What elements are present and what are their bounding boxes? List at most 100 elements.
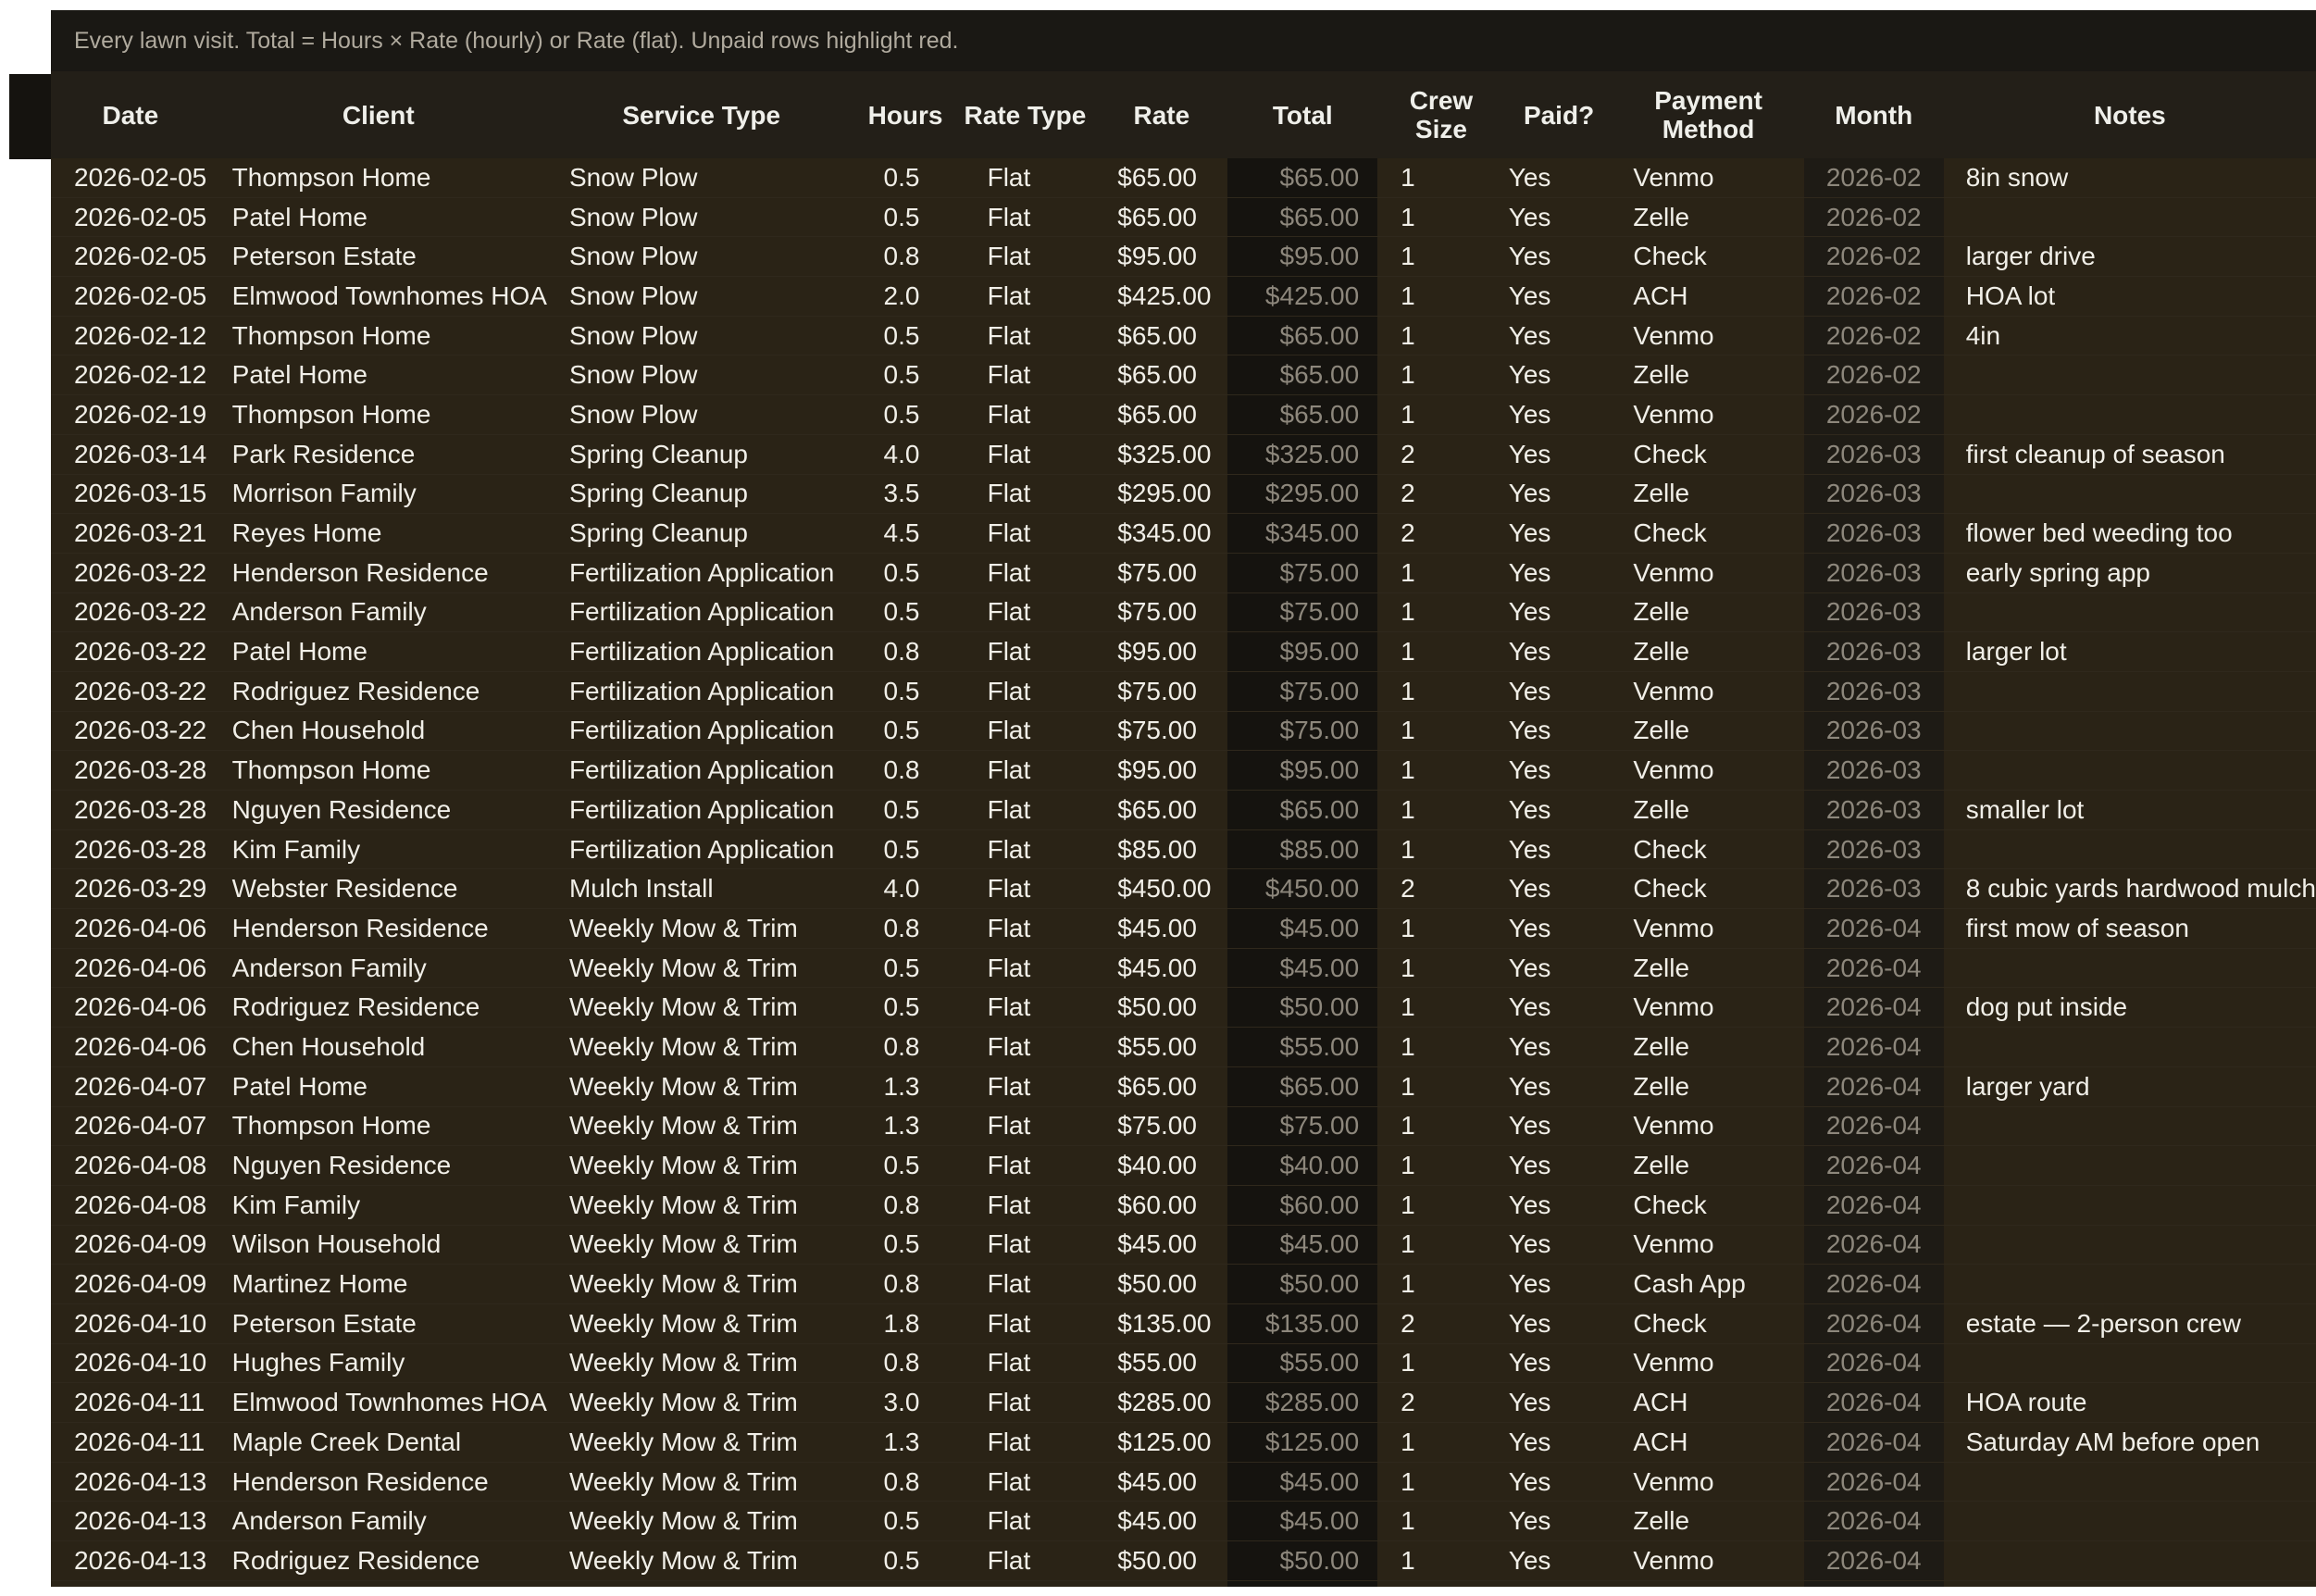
rate-cell[interactable]: $65.00 [1095, 1066, 1228, 1107]
rate-cell[interactable]: $95.00 [1095, 236, 1228, 278]
hours-cell[interactable]: 0.5 [855, 1540, 955, 1581]
payment-method-cell[interactable]: Zelle [1612, 1027, 1804, 1067]
notes-cell[interactable] [1943, 1027, 2316, 1067]
crew-size-cell[interactable]: 1 [1377, 197, 1505, 238]
rate-cell[interactable]: $50.00 [1095, 987, 1228, 1029]
total-cell[interactable]: $95.00 [1227, 631, 1378, 672]
paid-cell[interactable]: Yes [1504, 474, 1613, 515]
rate-cell[interactable]: $60.00 [1095, 1185, 1228, 1226]
date-cell[interactable]: 2026-02-05 [51, 197, 210, 238]
paid-cell[interactable]: Yes [1504, 790, 1613, 830]
date-cell[interactable]: 2026-02-19 [51, 394, 210, 435]
month-cell[interactable]: 2026-04 [1803, 1501, 1944, 1542]
notes-cell[interactable]: Saturday AM before open [1943, 1422, 2316, 1463]
rate-cell[interactable]: $50.00 [1095, 1540, 1228, 1581]
total-cell[interactable]: $50.00 [1227, 1264, 1378, 1304]
hours-cell[interactable]: 0.5 [855, 355, 955, 396]
month-cell[interactable]: 2026-04 [1803, 908, 1944, 949]
rate-cell[interactable]: $65.00 [1095, 790, 1228, 830]
paid-cell[interactable]: Yes [1504, 434, 1613, 475]
table-row[interactable]: 2026-03-22 Patel Home Fertilization Applic… [51, 631, 2316, 672]
hours-cell[interactable]: 3.0 [855, 1382, 955, 1423]
client-cell[interactable]: Kim Family [209, 1185, 547, 1226]
date-cell[interactable]: 2026-03-14 [51, 434, 210, 475]
table-row[interactable]: 2026-02-05 Thompson Home Snow Plow 0.5 Flat $… [51, 158, 2316, 198]
client-cell[interactable]: Peterson Estate [209, 1303, 547, 1344]
rate-type-cell[interactable]: Flat [954, 1303, 1096, 1344]
payment-method-cell[interactable]: Zelle [1612, 711, 1804, 752]
client-cell[interactable]: Chen Household [209, 711, 547, 752]
total-cell[interactable]: $295.00 [1227, 474, 1378, 515]
rate-cell[interactable]: $95.00 [1095, 750, 1228, 791]
table-row[interactable]: 2026-03-28 Kim Family Fertilization Applic… [51, 829, 2316, 870]
rate-type-cell[interactable]: Flat [954, 513, 1096, 554]
header-paid[interactable]: Paid? [1504, 71, 1613, 158]
paid-cell[interactable]: Yes [1504, 711, 1613, 752]
table-row[interactable]: 2026-02-12 Thompson Home Snow Plow 0.5 Flat $… [51, 316, 2316, 356]
payment-method-cell[interactable]: Check [1612, 434, 1804, 475]
paid-cell[interactable]: Yes [1504, 316, 1613, 356]
notes-cell[interactable]: 8in snow [1943, 158, 2316, 198]
paid-cell[interactable]: Yes [1504, 1145, 1613, 1186]
table-row[interactable]: 2026-02-19 Thompson Home Snow Plow 0.5 Flat $… [51, 394, 2316, 435]
month-cell[interactable]: 2026-04 [1803, 1145, 1944, 1186]
crew-size-cell[interactable]: 1 [1377, 394, 1505, 435]
total-cell[interactable]: $135.00 [1227, 1303, 1378, 1344]
payment-method-cell[interactable]: Venmo [1612, 1540, 1804, 1581]
crew-size-cell[interactable]: 2 [1377, 513, 1505, 554]
crew-size-cell[interactable]: 1 [1377, 1185, 1505, 1226]
paid-cell[interactable]: Yes [1504, 1066, 1613, 1107]
service-type-cell[interactable]: Fertilization Application [546, 829, 856, 870]
rate-type-cell[interactable]: Flat [954, 394, 1096, 435]
rate-cell[interactable]: $65.00 [1095, 394, 1228, 435]
payment-method-cell[interactable]: Zelle [1612, 474, 1804, 515]
notes-cell[interactable] [1943, 948, 2316, 989]
service-type-cell[interactable]: Weekly Mow & Trim [546, 1343, 856, 1384]
rate-type-cell[interactable]: Flat [954, 474, 1096, 515]
table-row[interactable]: 2026-03-14 Park Residence Spring Cleanup 4.… [51, 434, 2316, 475]
client-cell[interactable]: Thompson Home [209, 158, 547, 198]
service-type-cell[interactable]: Fertilization Application [546, 631, 856, 672]
rate-type-cell[interactable]: Flat [954, 829, 1096, 870]
service-type-cell[interactable]: Weekly Mow & Trim [546, 1303, 856, 1344]
paid-cell[interactable]: Yes [1504, 750, 1613, 791]
table-row[interactable]: 2026-03-29 Webster Residence Mulch Install… [51, 868, 2316, 910]
paid-cell[interactable]: Yes [1504, 987, 1613, 1029]
service-type-cell[interactable]: Mulch Install [546, 868, 856, 910]
date-cell[interactable]: 2026-04-09 [51, 1225, 210, 1266]
hours-cell[interactable]: 0.5 [855, 829, 955, 870]
payment-method-cell[interactable]: Venmo [1612, 1462, 1804, 1502]
service-type-cell[interactable]: Weekly Mow & Trim [546, 1540, 856, 1581]
rate-cell[interactable]: $55.00 [1095, 1027, 1228, 1067]
notes-cell[interactable] [1943, 1106, 2316, 1147]
notes-cell[interactable] [1943, 355, 2316, 396]
month-cell[interactable]: 2026-02 [1803, 236, 1944, 278]
payment-method-cell[interactable]: ACH [1612, 1422, 1804, 1463]
crew-size-cell[interactable]: 1 [1377, 711, 1505, 752]
hours-cell[interactable]: 0.5 [855, 592, 955, 633]
month-cell[interactable]: 2026-03 [1803, 513, 1944, 554]
total-cell[interactable]: $345.00 [1227, 513, 1378, 554]
table-row[interactable]: 2026-03-28 Thompson Home Fertilization App… [51, 750, 2316, 791]
client-cell[interactable]: Patel Home [209, 197, 547, 238]
month-cell[interactable]: 2026-04 [1803, 1027, 1944, 1067]
rate-type-cell[interactable]: Flat [954, 1264, 1096, 1304]
paid-cell[interactable]: Yes [1504, 197, 1613, 238]
notes-cell[interactable] [1943, 394, 2316, 435]
notes-cell[interactable] [1943, 592, 2316, 633]
rate-cell[interactable]: $345.00 [1095, 513, 1228, 554]
service-type-cell[interactable]: Snow Plow [546, 316, 856, 356]
header-date[interactable]: Date [51, 71, 210, 158]
header-crew-size[interactable]: Crew Size [1377, 71, 1505, 158]
payment-method-cell[interactable]: Zelle [1612, 631, 1804, 672]
header-notes[interactable]: Notes [1943, 71, 2316, 158]
month-cell[interactable]: 2026-04 [1803, 1580, 1944, 1587]
notes-cell[interactable]: smaller lot [1943, 790, 2316, 830]
notes-cell[interactable] [1943, 197, 2316, 238]
client-cell[interactable]: Anderson Family [209, 948, 547, 989]
month-cell[interactable]: 2026-03 [1803, 631, 1944, 672]
hours-cell[interactable]: 0.8 [855, 1027, 955, 1067]
total-cell[interactable]: $325.00 [1227, 434, 1378, 475]
total-cell[interactable]: $45.00 [1227, 1225, 1378, 1266]
date-cell[interactable]: 2026-04-07 [51, 1106, 210, 1147]
